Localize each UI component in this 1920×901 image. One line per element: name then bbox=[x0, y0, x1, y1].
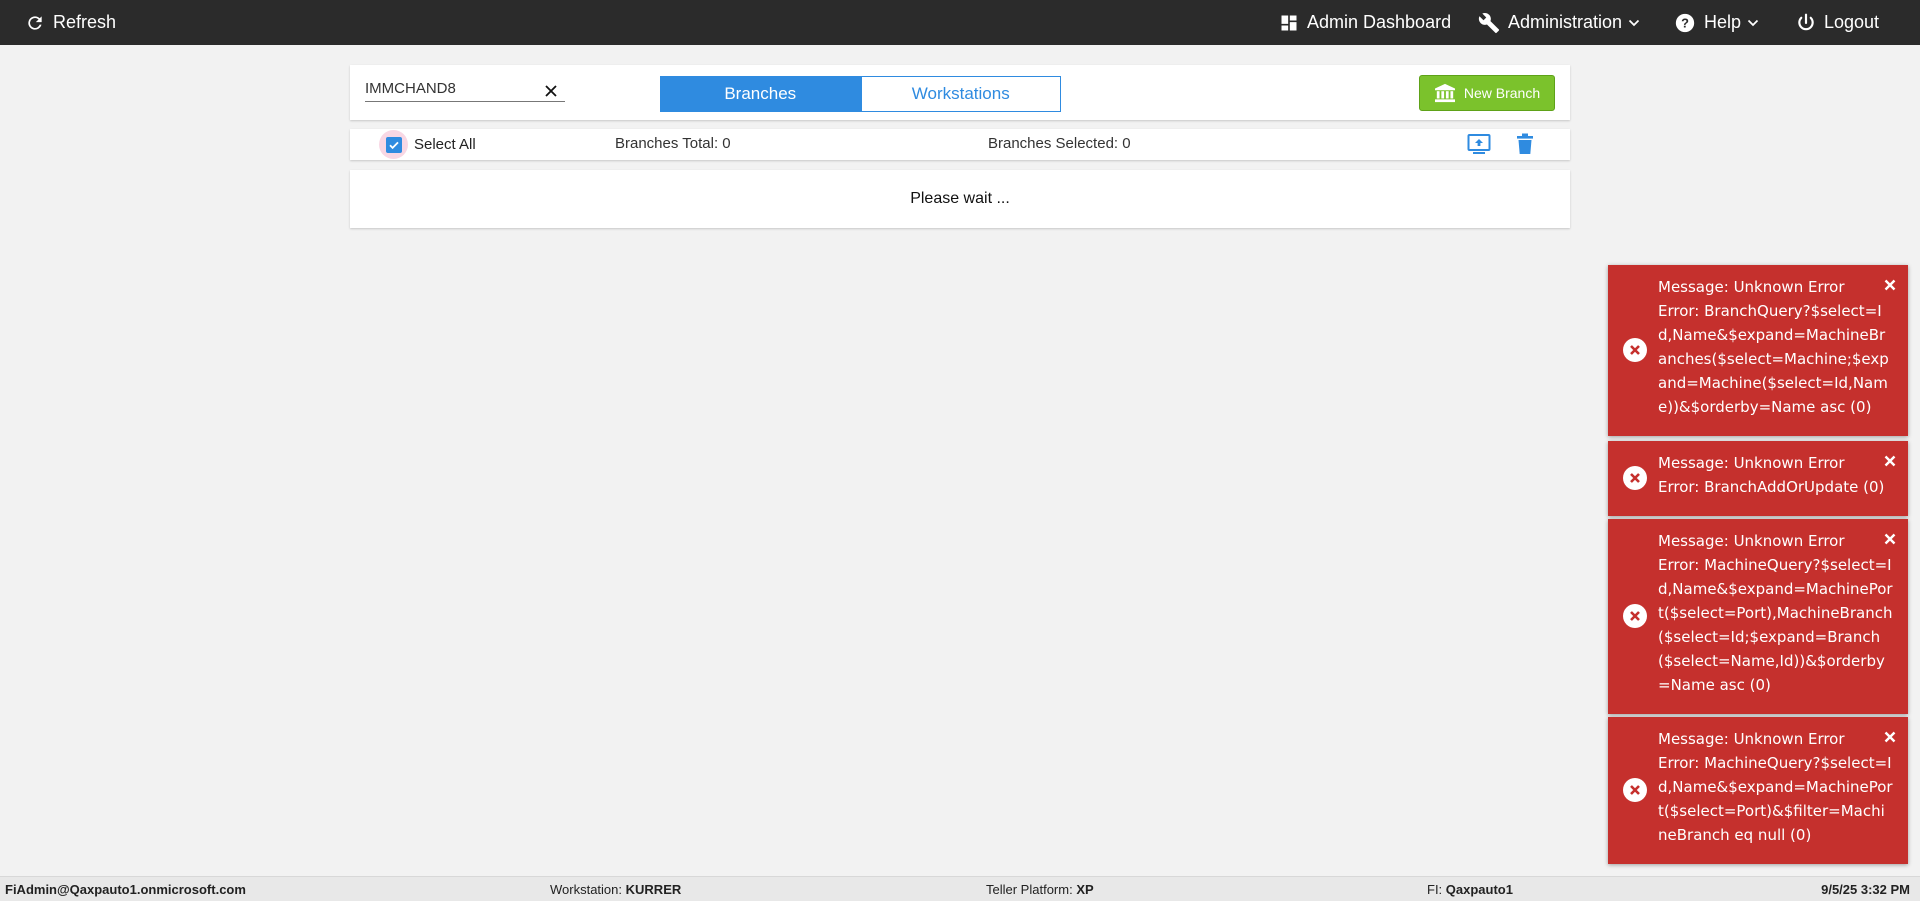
admin-dashboard-label: Admin Dashboard bbox=[1307, 12, 1452, 32]
error-icon bbox=[1623, 604, 1647, 628]
status-datetime: 9/5/25 3:32 PM bbox=[1821, 882, 1910, 897]
workstation-value: KURRER bbox=[625, 882, 682, 897]
error-toast[interactable]: Message: Unknown Error Error: MachineQue… bbox=[1608, 717, 1908, 864]
refresh-button[interactable]: Refresh bbox=[25, 0, 116, 45]
administration-menu[interactable]: Administration bbox=[1478, 0, 1640, 45]
logout-label: Logout bbox=[1824, 12, 1880, 32]
view-tabs: Branches Workstations bbox=[660, 76, 1061, 112]
toast-message: Message: Unknown Error Error: BranchQuer… bbox=[1658, 275, 1894, 419]
status-fi: FI: Qaxpauto1 bbox=[1427, 882, 1513, 897]
toast-title: Message: Unknown Error bbox=[1658, 454, 1845, 472]
toast-message: Message: Unknown Error Error: BranchAddO… bbox=[1658, 451, 1894, 499]
search-input[interactable] bbox=[365, 79, 565, 102]
fi-label: FI: bbox=[1427, 882, 1443, 897]
workstation-label: Workstation: bbox=[550, 882, 623, 897]
admin-dashboard-link[interactable]: Admin Dashboard bbox=[1279, 0, 1451, 45]
toast-title: Message: Unknown Error bbox=[1658, 278, 1845, 296]
help-menu[interactable]: ? Help bbox=[1674, 0, 1759, 45]
tab-branches[interactable]: Branches bbox=[660, 76, 861, 112]
toast-message: Message: Unknown Error Error: MachineQue… bbox=[1658, 727, 1894, 847]
chevron-down-icon bbox=[1628, 19, 1640, 26]
help-icon: ? bbox=[1675, 13, 1695, 32]
toast-error-text: Error: BranchAddOrUpdate (0) bbox=[1658, 478, 1885, 496]
dashboard-icon bbox=[1281, 15, 1297, 30]
toast-error-text: Error: MachineQuery?$select=Id,Name&$exp… bbox=[1658, 754, 1893, 844]
new-branch-button[interactable]: New Branch bbox=[1419, 75, 1555, 111]
platform-label: Teller Platform: bbox=[986, 882, 1073, 897]
error-icon bbox=[1623, 338, 1647, 362]
branches-total: Branches Total: 0 bbox=[615, 135, 731, 152]
administration-label: Administration bbox=[1508, 12, 1623, 32]
svg-text:?: ? bbox=[1681, 15, 1689, 30]
tab-workstations[interactable]: Workstations bbox=[860, 76, 1061, 112]
toast-title: Message: Unknown Error bbox=[1658, 532, 1845, 550]
toast-title: Message: Unknown Error bbox=[1658, 730, 1845, 748]
toast-message: Message: Unknown Error Error: MachineQue… bbox=[1658, 529, 1894, 697]
error-toast[interactable]: Message: Unknown Error Error: BranchAddO… bbox=[1608, 441, 1908, 516]
checkbox-icon bbox=[385, 136, 402, 153]
error-icon bbox=[1623, 778, 1647, 802]
close-icon[interactable] bbox=[1884, 455, 1896, 467]
wrench-icon bbox=[1478, 12, 1500, 33]
close-icon[interactable] bbox=[1884, 533, 1896, 545]
toast-error-text: Error: BranchQuery?$select=Id,Name&$expa… bbox=[1658, 302, 1889, 416]
bank-icon bbox=[1434, 83, 1455, 103]
power-icon bbox=[1798, 13, 1814, 30]
top-nav-bar: Refresh Admin Dashboard Administration ?… bbox=[0, 0, 1920, 45]
loading-panel: Please wait ... bbox=[350, 170, 1570, 228]
branches-selected: Branches Selected: 0 bbox=[988, 135, 1131, 152]
error-icon bbox=[1623, 466, 1647, 490]
status-bar: FiAdmin@Qaxpauto1.onmicrosoft.com Workst… bbox=[0, 876, 1920, 901]
toast-error-text: Error: MachineQuery?$select=Id,Name&$exp… bbox=[1658, 556, 1893, 694]
refresh-icon bbox=[28, 15, 42, 30]
logout-button[interactable]: Logout bbox=[1796, 0, 1879, 45]
clear-icon[interactable] bbox=[543, 83, 559, 99]
select-all-checkbox[interactable] bbox=[379, 130, 408, 159]
upload-icon[interactable] bbox=[1467, 133, 1491, 155]
select-all-label: Select All bbox=[414, 136, 476, 153]
chevron-down-icon bbox=[1747, 19, 1759, 26]
close-icon[interactable] bbox=[1884, 279, 1896, 291]
error-toast[interactable]: Message: Unknown Error Error: MachineQue… bbox=[1608, 519, 1908, 714]
selection-bar: Select All Branches Total: 0 Branches Se… bbox=[350, 129, 1570, 160]
fi-value: Qaxpauto1 bbox=[1445, 882, 1513, 897]
search-toolbar: Branches Workstations New Branch bbox=[350, 65, 1570, 120]
new-branch-label: New Branch bbox=[1463, 85, 1541, 101]
trash-icon[interactable] bbox=[1516, 133, 1534, 155]
error-toast[interactable]: Message: Unknown Error Error: BranchQuer… bbox=[1608, 265, 1908, 436]
status-workstation: Workstation: KURRER bbox=[550, 882, 681, 897]
refresh-label: Refresh bbox=[53, 12, 117, 32]
status-platform: Teller Platform: XP bbox=[986, 882, 1094, 897]
help-label: Help bbox=[1704, 12, 1742, 32]
close-icon[interactable] bbox=[1884, 731, 1896, 743]
platform-value: XP bbox=[1076, 882, 1094, 897]
status-user: FiAdmin@Qaxpauto1.onmicrosoft.com bbox=[5, 882, 246, 897]
loading-message: Please wait ... bbox=[910, 190, 1010, 207]
